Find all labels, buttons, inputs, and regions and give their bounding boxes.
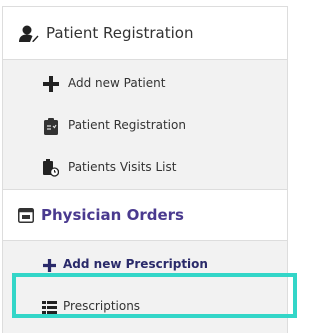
section-title: Patient Registration bbox=[46, 24, 194, 42]
menu-item-patient-registration[interactable]: Patient Registration bbox=[3, 114, 287, 138]
menu-item-add-new-patient[interactable]: Add new Patient bbox=[3, 72, 287, 96]
window-icon bbox=[18, 208, 34, 223]
menu-item-add-new-prescription[interactable]: Add new Prescription bbox=[3, 253, 287, 277]
plus-icon bbox=[43, 75, 59, 93]
clipboard-icon bbox=[43, 117, 59, 135]
menu-item-patients-visits-list[interactable]: Patients Visits List bbox=[3, 156, 287, 180]
list-icon bbox=[41, 298, 57, 316]
submenu-patient-registration: Add new Patient Patient Registration Pat… bbox=[2, 60, 288, 190]
menu-item-label: Add new Prescription bbox=[63, 257, 208, 271]
sidebar-nav: Patient Registration Add new Patient Pat… bbox=[0, 0, 300, 333]
user-icon bbox=[19, 25, 39, 43]
menu-item-label: Patients Visits List bbox=[68, 160, 177, 174]
user-clock-icon bbox=[43, 159, 59, 177]
menu-item-label: Add new Patient bbox=[68, 76, 166, 90]
section-title: Physician Orders bbox=[41, 206, 184, 224]
menu-item-prescriptions[interactable]: Prescriptions bbox=[3, 295, 287, 319]
menu-item-label: Patient Registration bbox=[68, 118, 186, 132]
plus-icon bbox=[41, 256, 57, 274]
submenu-physician-orders: Add new Prescription Prescriptions bbox=[2, 241, 288, 333]
section-header-physician-orders[interactable]: Physician Orders bbox=[2, 189, 288, 241]
section-header-patient-registration[interactable]: Patient Registration bbox=[2, 6, 288, 60]
menu-item-label: Prescriptions bbox=[63, 299, 141, 313]
